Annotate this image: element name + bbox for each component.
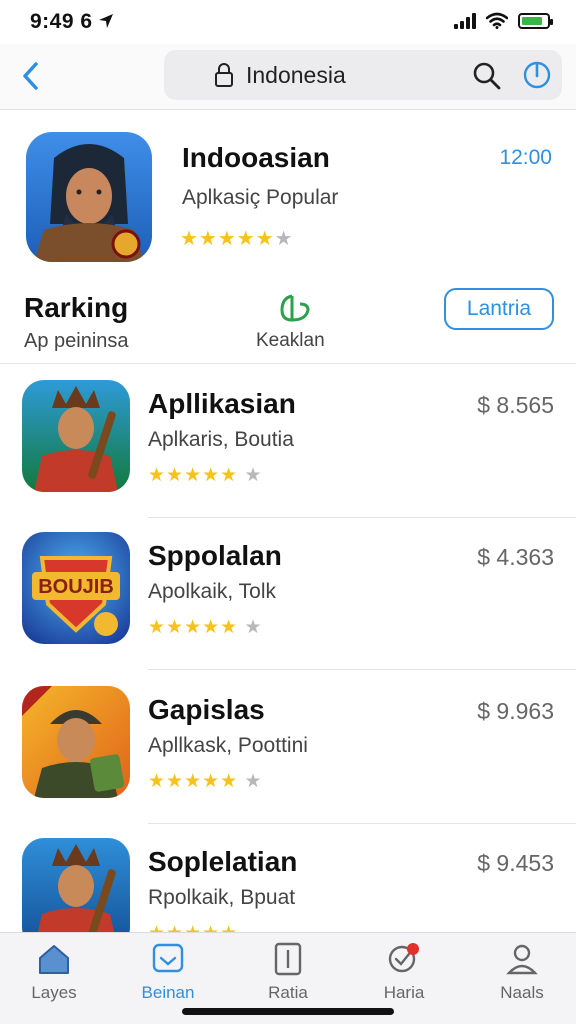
search-icon[interactable] [472, 61, 502, 91]
list-item[interactable]: Gapislas Apllkask, Poottini ★★★★★ ★ $ 9.… [0, 672, 576, 824]
featured-app-subtitle: Aplkasiç Popular [182, 186, 339, 209]
app-name: Apllikasian [148, 388, 296, 419]
status-time: 9:49 6 [30, 10, 93, 33]
tab-beinan[interactable]: Beinan [120, 941, 216, 1013]
nav-bar: Indonesia [0, 44, 576, 110]
ranking-header: Rarking Ap peininsa Keaklan Lantria [0, 282, 576, 364]
battery-icon [518, 12, 553, 29]
tab-label: Beinan [141, 983, 195, 1002]
person-icon [506, 944, 538, 975]
ranking-title: Rarking [24, 292, 129, 323]
tab-label: Naals [500, 983, 544, 1002]
search-query: Indonesia [246, 62, 346, 88]
app-icon: BOUJIB [22, 532, 130, 644]
app-rating: ★★★★★ ★ [148, 771, 263, 792]
chevron-left-icon [23, 62, 38, 90]
tab-ratia[interactable]: Ratia [240, 941, 336, 1013]
home-indicator [182, 1008, 394, 1015]
tab-haria[interactable]: Haria [356, 941, 452, 1013]
row-divider [148, 669, 576, 670]
app-price: $ 9.453 [477, 850, 554, 876]
app-category: Apllkask, Poottini [148, 734, 308, 757]
featured-app[interactable]: Indooasian Aplkasiç Popular ★★★★★★ 12:00 [0, 112, 576, 282]
wifi-icon [486, 12, 508, 29]
location-arrow-icon [99, 14, 113, 28]
tab-label: Ratia [268, 983, 308, 1002]
signal-icon [454, 12, 476, 29]
lock-icon [215, 63, 233, 87]
app-category: Apolkaik, Tolk [148, 580, 277, 603]
app-price: $ 4.363 [477, 544, 554, 570]
app-name: Sppolalan [148, 540, 282, 571]
message-icon [152, 943, 184, 973]
svg-text:BOUJIB: BOUJIB [38, 576, 114, 598]
app-category: Aplkaris, Boutia [148, 428, 294, 451]
app-price: $ 8.565 [477, 392, 554, 418]
list-item[interactable]: BOUJIB Sppolalan Apolkaik, Tolk ★★★★★ ★ … [0, 518, 576, 670]
status-bar: 9:49 6 [0, 0, 576, 44]
app-name: Soplelatian [148, 846, 298, 877]
app-icon [22, 686, 130, 798]
back-button[interactable] [14, 58, 46, 94]
ranking-button[interactable]: Lantria [444, 288, 554, 330]
featured-app-title: Indooasian [182, 142, 330, 173]
badge-icon [388, 943, 419, 973]
power-icon[interactable] [522, 60, 552, 90]
leaf-icon[interactable] [278, 292, 312, 324]
list-item[interactable]: Apllikasian Aplkaris, Boutia ★★★★★ ★ $ 8… [0, 366, 576, 518]
app-rating: ★★★★★ ★ [148, 617, 263, 638]
search-bar[interactable]: Indonesia [164, 50, 562, 100]
featured-app-rating: ★★★★★★ [180, 228, 294, 250]
ranking-subtitle: Ap peininsa [24, 330, 129, 352]
home-icon [39, 945, 69, 974]
app-rating: ★★★★★ ★ [148, 465, 263, 486]
tab-naals[interactable]: Naals [474, 941, 570, 1013]
tab-label: Layes [31, 983, 77, 1002]
ranking-mid-label: Keaklan [256, 330, 325, 351]
tab-label: Haria [383, 983, 425, 1002]
featured-app-icon [26, 132, 152, 262]
app-name: Gapislas [148, 694, 265, 725]
featured-app-time: 12:00 [499, 146, 552, 169]
document-icon [274, 942, 302, 976]
app-price: $ 9.963 [477, 698, 554, 724]
tab-layes[interactable]: Layes [6, 941, 102, 1013]
app-category: Rpolkaik, Bpuat [148, 886, 296, 909]
app-icon [22, 380, 130, 492]
